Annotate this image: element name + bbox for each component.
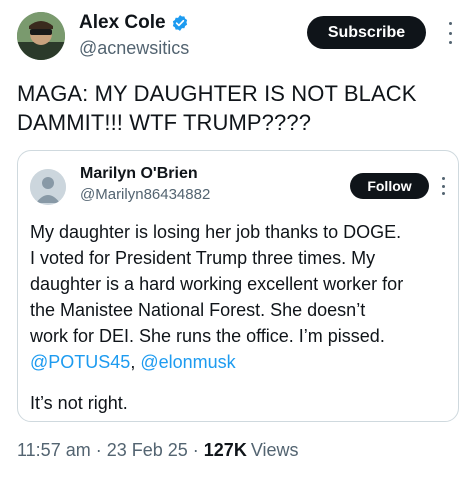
- views-label[interactable]: Views: [251, 440, 299, 461]
- meta-separator: ·: [192, 440, 199, 460]
- quoted-last-line: It’s not right.: [30, 393, 128, 413]
- avatar-image: [17, 12, 65, 60]
- author-avatar[interactable]: [17, 12, 65, 60]
- quoted-author-name[interactable]: Marilyn O'Brien: [80, 165, 198, 183]
- tweet-header: Alex Cole @acnewsitics Subscribe: [0, 0, 474, 70]
- quoted-tweet-body: My daughter is losing her job thanks to …: [30, 219, 452, 375]
- quoted-line: the Manistee National Forest. She doesn’…: [30, 300, 366, 320]
- default-avatar-icon: [30, 169, 66, 205]
- quoted-author-handle[interactable]: @Marilyn86434882: [80, 186, 210, 203]
- tweet-text: MAGA: MY DAUGHTER IS NOT BLACK DAMMIT!!!…: [17, 81, 417, 135]
- meta-separator: ·: [95, 440, 102, 460]
- quoted-line: My daughter is losing her job thanks to …: [30, 222, 402, 242]
- verified-badge-icon[interactable]: [171, 14, 189, 32]
- author-handle[interactable]: @acnewsitics: [79, 38, 189, 59]
- quoted-tweet[interactable]: Marilyn O'Brien @Marilyn86434882 Follow …: [17, 150, 459, 422]
- quoted-line: daughter is a hard working excellent wor…: [30, 274, 404, 294]
- quoted-author-avatar[interactable]: [30, 169, 66, 205]
- tweet-meta: 11:57 am · 23 Feb 25 · 127K Views: [17, 440, 299, 461]
- quoted-line: I voted for President Trump three times.…: [30, 248, 376, 268]
- mention-potus45-link[interactable]: @POTUS45: [30, 352, 130, 372]
- more-options-icon[interactable]: [446, 22, 454, 44]
- follow-button[interactable]: Follow: [350, 173, 429, 199]
- mention-elonmusk-link[interactable]: @elonmusk: [140, 352, 235, 372]
- tweet-date[interactable]: 23 Feb 25: [107, 440, 188, 461]
- quoted-line: work for DEI. She runs the office. I’m p…: [30, 326, 385, 346]
- author-name-row: Alex Cole: [79, 12, 189, 34]
- mention-separator: ,: [130, 352, 141, 372]
- author-display-name[interactable]: Alex Cole: [79, 12, 166, 34]
- subscribe-button[interactable]: Subscribe: [307, 16, 426, 49]
- quoted-more-options-icon[interactable]: [440, 177, 446, 195]
- quoted-mentions-line: @POTUS45, @elonmusk: [30, 349, 452, 375]
- views-count[interactable]: 127K: [204, 440, 247, 461]
- tweet-time[interactable]: 11:57 am: [17, 440, 91, 461]
